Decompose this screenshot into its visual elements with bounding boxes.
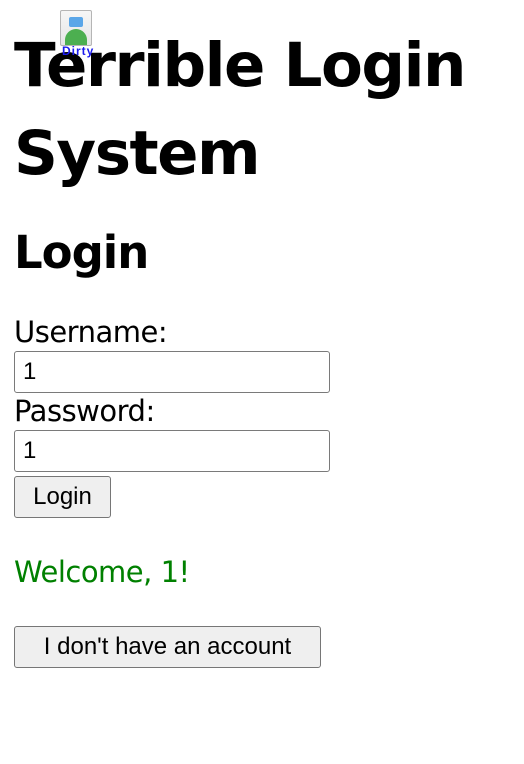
login-heading: Login [14,226,149,279]
logo-image: Dirty [60,10,106,58]
no-account-button[interactable]: I don't have an account [14,626,321,668]
password-label: Password: [14,394,155,428]
login-button[interactable]: Login [14,476,111,518]
username-input[interactable] [14,351,330,393]
page: Dirty Terrible Login System Login Userna… [0,0,524,668]
username-label: Username: [14,315,168,349]
broken-image-icon [60,10,92,46]
welcome-message: Welcome, 1! [14,555,190,589]
logo-alt-text: Dirty [62,44,95,58]
password-input[interactable] [14,430,330,472]
